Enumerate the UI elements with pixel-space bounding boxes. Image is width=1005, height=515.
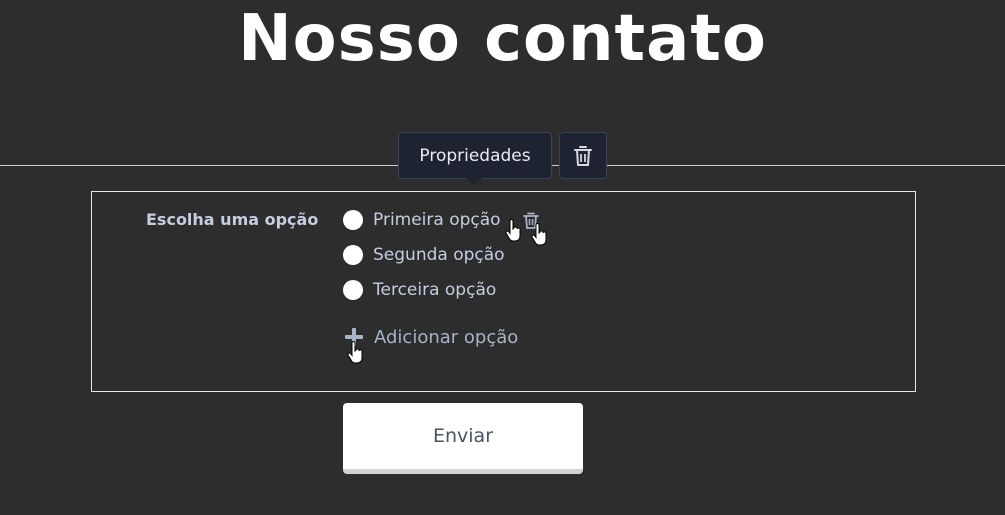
radio-button[interactable]	[343, 245, 363, 265]
radio-option-label[interactable]: Terceira opção	[373, 280, 496, 300]
submit-label: Enviar	[432, 425, 494, 447]
hand-cursor-icon	[531, 223, 547, 246]
radio-button[interactable]	[343, 210, 363, 230]
radio-option[interactable]: Primeira opção	[343, 208, 501, 232]
add-option-label: Adicionar opção	[374, 326, 519, 348]
submit-button[interactable]: Enviar	[343, 403, 583, 474]
radio-option-label[interactable]: Primeira opção	[373, 210, 501, 230]
page-title: Nosso contato	[238, 2, 767, 76]
properties-label: Propriedades	[419, 145, 531, 166]
radio-button[interactable]	[343, 280, 363, 300]
toolbar-caret	[466, 178, 482, 185]
add-option-button[interactable]: Adicionar opção	[345, 324, 518, 350]
properties-button[interactable]: Propriedades	[398, 132, 552, 179]
hand-cursor-icon	[505, 219, 521, 242]
field-label: Escolha uma opção	[146, 210, 319, 229]
radio-option[interactable]: Segunda opção	[343, 243, 505, 267]
trash-icon	[574, 145, 592, 166]
hand-cursor-icon	[347, 341, 363, 364]
delete-element-button[interactable]	[559, 132, 607, 179]
radio-option[interactable]: Terceira opção	[343, 278, 496, 302]
radio-option-label[interactable]: Segunda opção	[373, 245, 505, 265]
